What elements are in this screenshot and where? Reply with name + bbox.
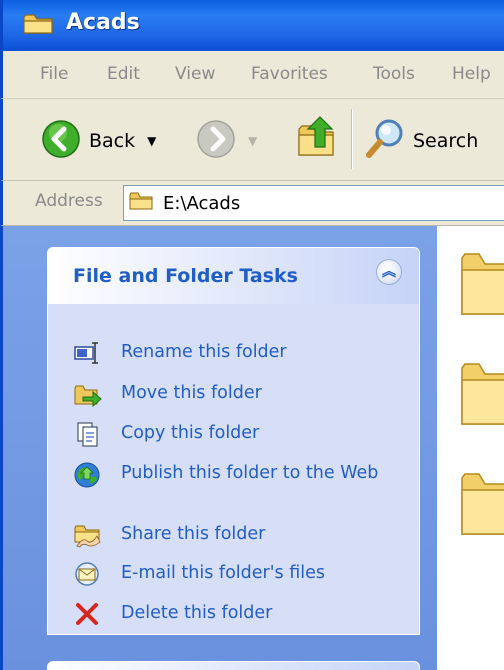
- task-label: E-mail this folder's files: [121, 563, 325, 583]
- share-icon: [73, 522, 103, 548]
- file-folder-tasks-box: File and Folder Tasks ︽ Rename this fold…: [47, 247, 420, 635]
- title-bar[interactable]: Acads: [0, 0, 504, 51]
- folder-item-icon[interactable]: [459, 248, 504, 324]
- file-list-area: [437, 226, 504, 670]
- copy-icon: [73, 421, 103, 447]
- move-icon: [73, 381, 103, 408]
- address-input[interactable]: E:\Acads: [123, 185, 504, 221]
- forward-arrow-icon: [196, 119, 236, 163]
- delete-icon: [73, 601, 103, 627]
- task-share-folder[interactable]: Share this folder: [73, 522, 381, 548]
- search-button[interactable]: Search: [365, 117, 478, 165]
- task-label: Move this folder: [121, 383, 262, 403]
- window-title: Acads: [66, 10, 140, 35]
- task-label: Share this folder: [121, 524, 266, 544]
- address-bar: Address E:\Acads: [0, 181, 504, 226]
- back-arrow-icon: [41, 119, 81, 163]
- menu-favorites[interactable]: Favorites: [251, 64, 328, 84]
- folder-item-icon[interactable]: [459, 468, 504, 544]
- magnifier-icon: [365, 117, 405, 165]
- folder-item-icon[interactable]: [459, 358, 504, 434]
- menu-help[interactable]: Help: [452, 64, 491, 84]
- task-label: Publish this folder to the Web: [121, 463, 379, 483]
- task-pane: File and Folder Tasks ︽ Rename this fold…: [0, 226, 437, 670]
- menu-view[interactable]: View: [175, 64, 215, 84]
- task-label: Delete this folder: [121, 603, 273, 623]
- other-places-header[interactable]: [48, 662, 419, 670]
- menu-tools[interactable]: Tools: [373, 64, 415, 84]
- task-delete-folder[interactable]: Delete this folder: [73, 601, 381, 627]
- up-button[interactable]: [296, 113, 340, 165]
- menu-file[interactable]: File: [40, 64, 68, 84]
- search-label: Search: [413, 130, 479, 152]
- task-publish-folder[interactable]: Publish this folder to the Web: [73, 461, 381, 488]
- forward-button[interactable]: ▼: [196, 119, 257, 163]
- menu-bar: File Edit View Favorites Tools Help: [0, 51, 504, 99]
- back-button[interactable]: Back ▼: [41, 119, 156, 163]
- up-folder-icon: [296, 113, 340, 165]
- toolbar-separator: [351, 109, 352, 169]
- publish-web-icon: [73, 461, 103, 488]
- back-dropdown-icon[interactable]: ▼: [147, 134, 156, 148]
- tasks-title: File and Folder Tasks: [73, 265, 298, 287]
- task-label: Copy this folder: [121, 423, 260, 443]
- address-value: E:\Acads: [163, 192, 241, 214]
- address-label: Address: [35, 191, 103, 211]
- tasks-header[interactable]: File and Folder Tasks ︽: [48, 248, 419, 304]
- menu-edit[interactable]: Edit: [107, 64, 140, 84]
- task-move-folder[interactable]: Move this folder: [73, 381, 381, 408]
- forward-dropdown-icon[interactable]: ▼: [248, 134, 257, 148]
- task-label: Rename this folder: [121, 342, 287, 362]
- email-icon: [73, 561, 103, 587]
- explorer-window: Acads File Edit View Favorites Tools Hel…: [0, 0, 504, 670]
- folder-icon: [129, 191, 155, 215]
- rename-icon: [73, 340, 103, 366]
- task-email-files[interactable]: E-mail this folder's files: [73, 561, 381, 587]
- folder-icon: [23, 12, 55, 40]
- back-label: Back: [89, 130, 136, 152]
- other-places-box: [47, 661, 420, 670]
- collapse-chevron-icon[interactable]: ︽: [376, 259, 402, 285]
- task-copy-folder[interactable]: Copy this folder: [73, 421, 381, 447]
- task-rename-folder[interactable]: Rename this folder: [73, 340, 381, 366]
- toolbar: Back ▼ ▼ Search: [0, 99, 504, 181]
